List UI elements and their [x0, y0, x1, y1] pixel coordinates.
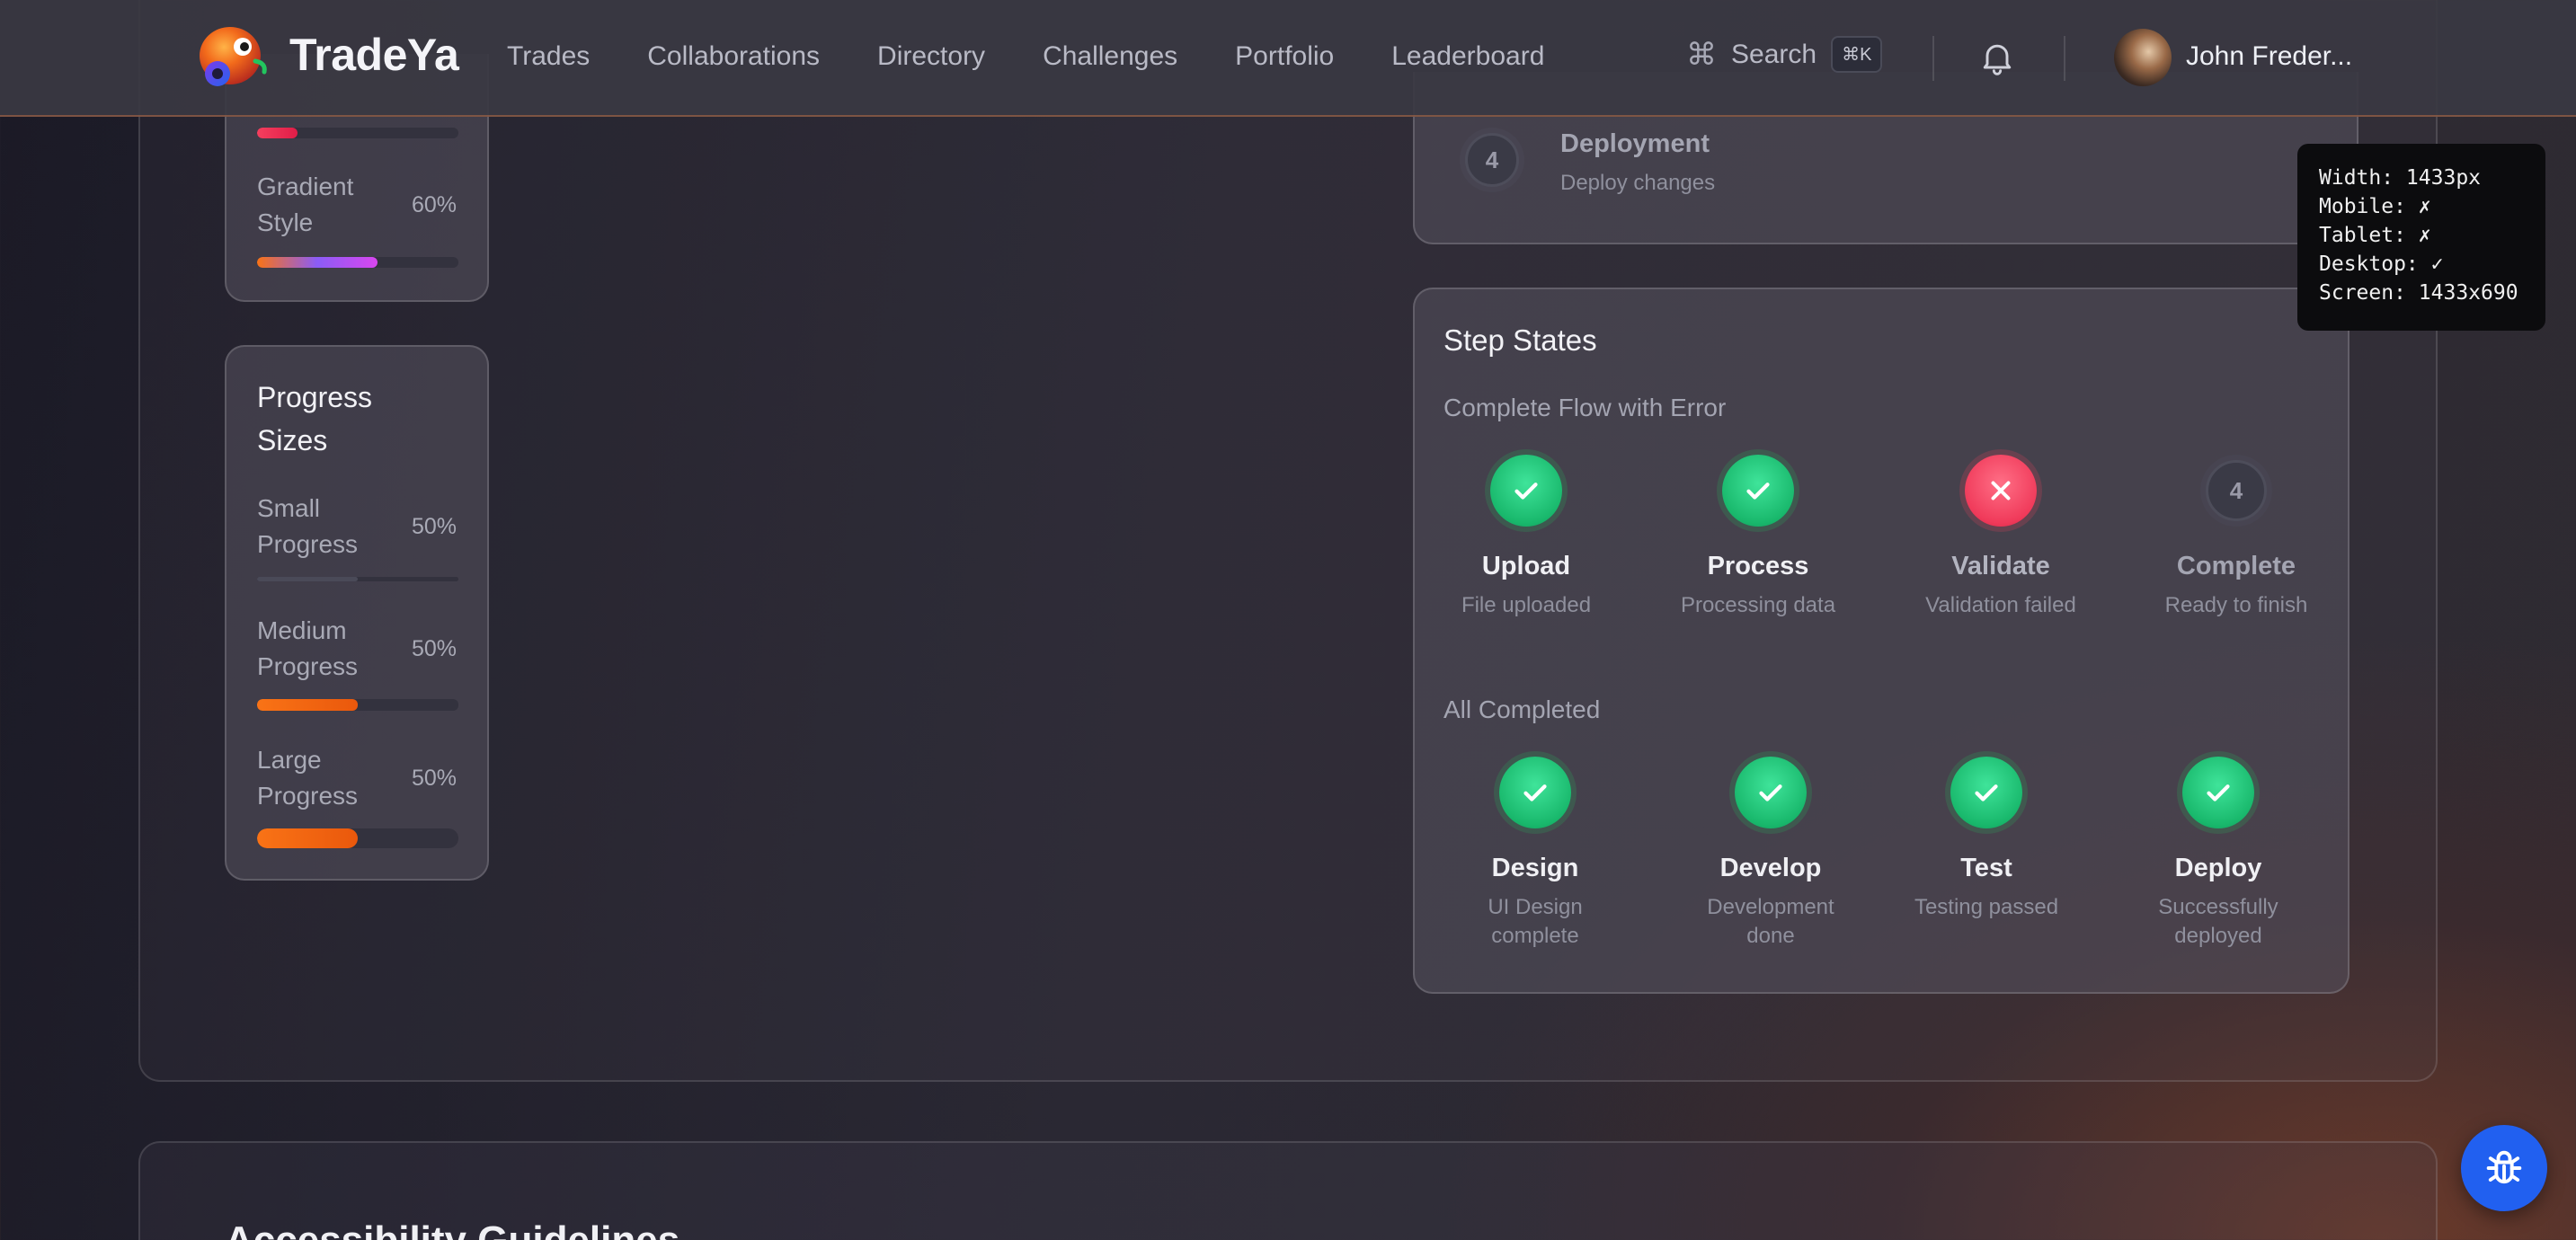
user-name[interactable]: John Freder... — [2186, 41, 2352, 72]
check-icon — [1975, 784, 1998, 802]
notification-bell-icon[interactable] — [1977, 38, 2017, 77]
nav-leaderboard[interactable]: Leaderboard — [1391, 41, 1544, 72]
section-title: Accessibility Guidelines — [225, 1218, 680, 1240]
progress-bar-small — [257, 577, 458, 581]
progress-sizes-card: Progress Sizes Small Progress 50% Medium… — [225, 345, 489, 881]
progress-label: Large Progress — [257, 746, 359, 810]
step-number: 4 — [1485, 146, 1499, 173]
step-description: Validation failed — [1925, 593, 2076, 617]
step-title: Deployment — [1560, 129, 1710, 158]
step-name: Deploy — [2174, 854, 2262, 882]
step-error-icon — [1965, 455, 2037, 527]
debug-bug-button[interactable] — [2461, 1125, 2547, 1211]
progress-fill — [257, 699, 358, 711]
tooltip-line: Tablet: ✗ — [2319, 224, 2431, 247]
progress-value: 50% — [411, 636, 457, 661]
header-divider — [1932, 36, 1934, 81]
search-label: Search — [1731, 39, 1817, 69]
check-icon — [1746, 483, 1770, 500]
close-icon — [1991, 481, 2011, 500]
nav-portfolio[interactable]: Portfolio — [1235, 41, 1334, 72]
search-button[interactable]: ⌘ Search ⌘K — [1686, 36, 1883, 73]
bug-icon — [2486, 1150, 2522, 1184]
step-name: Process — [1707, 552, 1809, 580]
progress-fill — [257, 128, 298, 138]
progress-fill — [257, 577, 358, 581]
header-divider — [2064, 36, 2065, 81]
step-name: Upload — [1481, 552, 1571, 580]
step-name: Design — [1491, 854, 1579, 882]
tooltip-line: Desktop: ✓ — [2319, 252, 2444, 276]
check-icon — [1515, 483, 1538, 500]
viewport-debug-tooltip: Width: 1433px Mobile: ✗ Tablet: ✗ Desktop: … — [2297, 144, 2545, 331]
step-description: Processing data — [1680, 593, 1836, 617]
step-description: Successfully deployed — [2158, 895, 2278, 948]
step-description: Development done — [1707, 895, 1834, 948]
step-complete-icon — [2182, 757, 2254, 828]
card-title: Step States — [1443, 323, 1597, 357]
command-icon: ⌘ — [1686, 37, 1717, 72]
progress-label: Small Progress — [257, 494, 359, 558]
section-label-all-completed: All Completed — [1443, 695, 1601, 723]
progress-bar-medium — [257, 699, 458, 711]
nav-trades[interactable]: Trades — [507, 41, 590, 72]
step-name: Develop — [1719, 854, 1822, 882]
card-title: Progress Sizes — [257, 381, 373, 456]
step-name: Test — [1960, 854, 2012, 882]
step-number-badge: 4 — [1465, 133, 1519, 187]
step-complete-icon — [1735, 757, 1807, 828]
progress-value: 50% — [411, 766, 457, 791]
check-icon — [1759, 784, 1782, 802]
step-name: Validate — [1951, 552, 2050, 580]
step-complete-icon — [1722, 455, 1794, 527]
step-description: Testing passed — [1914, 895, 2059, 919]
progress-value: 60% — [411, 192, 457, 217]
progress-fill — [257, 257, 378, 268]
step-number: 4 — [2229, 476, 2243, 504]
main-nav: Trades Collaborations Directory Challeng… — [507, 41, 1544, 72]
step-complete-icon — [1950, 757, 2022, 828]
chameleon-logo-icon[interactable] — [192, 18, 270, 95]
step-states-card: Step States Complete Flow with Error Upl… — [1413, 288, 2349, 994]
step-complete-icon — [1490, 455, 1562, 527]
tooltip-line: Width: 1433px — [2319, 166, 2482, 190]
tooltip-line: Screen: 1433x690 — [2319, 281, 2518, 305]
step-description: File uploaded — [1461, 593, 1592, 617]
step-description: UI Design complete — [1488, 895, 1583, 948]
nav-directory[interactable]: Directory — [877, 41, 985, 72]
progress-fill — [257, 828, 358, 848]
top-navbar: TradeYa Trades Collaborations Directory … — [0, 0, 2576, 117]
tooltip-line: Mobile: ✗ — [2319, 195, 2431, 218]
user-avatar[interactable] — [2114, 29, 2172, 86]
progress-bar-gradient — [257, 257, 458, 268]
shortcut-badge: ⌘K — [1831, 36, 1883, 73]
check-icon — [1523, 784, 1547, 802]
nav-collaborations[interactable]: Collaborations — [647, 41, 820, 72]
step-complete-icon — [1499, 757, 1571, 828]
step-name: Complete — [2176, 552, 2296, 580]
progress-label: Gradient Style — [257, 173, 354, 236]
progress-bar-danger — [257, 128, 458, 138]
progress-label: Medium Progress — [257, 616, 359, 680]
step-description: Deploy changes — [1560, 171, 1716, 195]
nav-challenges[interactable]: Challenges — [1043, 41, 1177, 72]
brand-name[interactable]: TradeYa — [289, 29, 459, 81]
step-pending-badge: 4 — [2206, 460, 2267, 521]
progress-bar-large — [257, 828, 458, 848]
progress-value: 50% — [411, 514, 457, 539]
section-label-flow-error: Complete Flow with Error — [1443, 394, 1727, 421]
check-icon — [2207, 784, 2230, 802]
step-description: Ready to finish — [2164, 593, 2308, 617]
